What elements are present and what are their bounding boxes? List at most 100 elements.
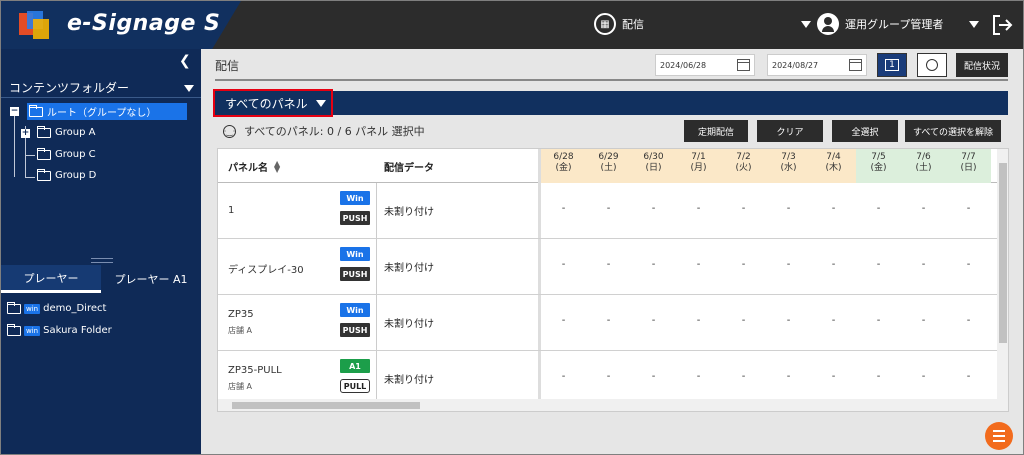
schedule-cell[interactable]: -: [811, 371, 856, 382]
table-row[interactable]: ZP35 店舗 A Win PUSH 未割り付け - - - - - - - - - -: [218, 295, 998, 351]
schedule-cell[interactable]: -: [631, 371, 676, 382]
table-row[interactable]: ディスプレイ-30 Win PUSH 未割り付け - - - - - - - - - -: [218, 239, 998, 295]
scheduled-distribution-button[interactable]: 定期配信: [684, 120, 748, 142]
tab-player-a1[interactable]: プレーヤー A1: [101, 265, 201, 293]
schedule-cell[interactable]: -: [631, 315, 676, 326]
tree-item-label: Group D: [55, 170, 97, 181]
schedule-cell[interactable]: -: [901, 371, 946, 382]
schedule-cell[interactable]: -: [586, 371, 631, 382]
schedule-cell[interactable]: -: [586, 259, 631, 270]
day-header-dow: (土): [915, 163, 932, 173]
sort-icon[interactable]: ▲ ▼: [274, 159, 280, 173]
logout-icon[interactable]: [991, 13, 1013, 37]
date-to-field[interactable]: 2024/08/27: [767, 54, 867, 76]
collapse-tree-icon[interactable]: −: [10, 107, 19, 116]
collapse-sidebar-icon[interactable]: ❮: [179, 53, 191, 69]
schedule-cell[interactable]: -: [856, 315, 901, 326]
app-title: e-Signage S: [67, 11, 221, 36]
calendar-icon[interactable]: [849, 59, 862, 71]
schedule-cell[interactable]: -: [676, 259, 721, 270]
schedule-cell[interactable]: -: [766, 203, 811, 214]
chevron-down-icon[interactable]: [184, 85, 194, 92]
schedule-cell[interactable]: -: [721, 315, 766, 326]
day-header-date: 6/29: [598, 152, 619, 162]
column-header-panel-name[interactable]: パネル名 ▲ ▼: [228, 159, 280, 174]
calendar-icon[interactable]: [737, 59, 750, 71]
schedule-cell[interactable]: -: [721, 203, 766, 214]
date-from-field[interactable]: 2024/06/28: [655, 54, 755, 76]
schedule-cell[interactable]: -: [946, 259, 991, 270]
schedule-cell[interactable]: -: [676, 203, 721, 214]
timeline-view-button[interactable]: [917, 53, 947, 77]
top-bar: e-Signage S ▦ 配信 運用グループ管理者: [1, 1, 1023, 49]
distribution-nav[interactable]: ▦ 配信: [594, 13, 644, 35]
schedule-cell[interactable]: -: [856, 203, 901, 214]
schedule-cell[interactable]: -: [946, 371, 991, 382]
schedule-cell[interactable]: -: [631, 259, 676, 270]
tree-item-group-d[interactable]: Group D: [37, 168, 97, 181]
schedule-cell[interactable]: -: [721, 259, 766, 270]
schedule-cell[interactable]: -: [541, 259, 586, 270]
player-item-demo-direct[interactable]: win demo_Direct: [7, 301, 106, 314]
distribution-mode-badge: PUSH: [340, 211, 370, 225]
schedule-cell[interactable]: -: [631, 203, 676, 214]
schedule-cell[interactable]: -: [676, 371, 721, 382]
win-badge: win: [24, 303, 41, 314]
tree-item-group-a[interactable]: Group A: [37, 125, 95, 138]
schedule-cell[interactable]: -: [541, 315, 586, 326]
chevron-down-icon: [801, 20, 811, 28]
day-header: 6/30 (日): [631, 149, 676, 183]
panel-select-dropdown[interactable]: すべてのパネル: [213, 89, 333, 117]
table-row[interactable]: 1 Win PUSH 未割り付け - - - - - - - - - -: [218, 183, 998, 239]
schedule-cell[interactable]: -: [766, 315, 811, 326]
schedule-cell[interactable]: -: [541, 371, 586, 382]
schedule-cell[interactable]: -: [676, 315, 721, 326]
schedule-cell[interactable]: -: [946, 315, 991, 326]
schedule-cell[interactable]: -: [811, 203, 856, 214]
schedule-cell[interactable]: -: [586, 203, 631, 214]
schedule-cell[interactable]: -: [811, 259, 856, 270]
schedule-cell[interactable]: -: [766, 259, 811, 270]
schedule-cell[interactable]: -: [721, 371, 766, 382]
day-header-date: 7/3: [781, 152, 796, 162]
scrollbar-thumb[interactable]: [232, 402, 420, 409]
schedule-cell[interactable]: -: [901, 315, 946, 326]
splitter-handle[interactable]: [91, 258, 113, 263]
distribution-data-value: 未割り付け: [384, 207, 434, 218]
tree-item-root[interactable]: ルート（グループなし）: [27, 103, 187, 120]
schedule-cell[interactable]: -: [856, 371, 901, 382]
schedule-cell[interactable]: -: [946, 203, 991, 214]
horizontal-scrollbar[interactable]: [218, 399, 1008, 411]
vertical-scrollbar[interactable]: [997, 149, 1008, 399]
user-menu[interactable]: 運用グループ管理者: [801, 13, 980, 35]
day-header-date: 6/30: [643, 152, 664, 162]
page-title: 配信: [215, 59, 240, 73]
schedule-cell[interactable]: -: [586, 315, 631, 326]
day-header-dow: (月): [690, 163, 707, 173]
schedule-cell[interactable]: -: [811, 315, 856, 326]
player-item-sakura-folder[interactable]: win Sakura Folder: [7, 323, 112, 336]
tab-player[interactable]: プレーヤー: [1, 265, 101, 293]
schedule-cell[interactable]: -: [856, 259, 901, 270]
tree-item-group-c[interactable]: Group C: [37, 147, 96, 160]
win-badge: win: [24, 325, 41, 336]
scrollbar-thumb[interactable]: [999, 163, 1007, 343]
schedule-cell[interactable]: -: [766, 371, 811, 382]
menu-fab-button[interactable]: [985, 422, 1013, 450]
calendar-view-button[interactable]: 1: [877, 53, 907, 77]
distribution-status-button[interactable]: 配信状況: [956, 53, 1008, 77]
logo-icon: [19, 11, 49, 39]
menu-icon: [993, 440, 1005, 442]
schedule-cell[interactable]: -: [541, 203, 586, 214]
distribution-data-value: 未割り付け: [384, 375, 434, 386]
day-header-dow: (金): [870, 163, 887, 173]
chevron-down-icon[interactable]: [969, 20, 980, 28]
day-header-date: 7/5: [871, 152, 886, 162]
day-header: 7/5 (金): [856, 149, 901, 183]
schedule-cell[interactable]: -: [901, 203, 946, 214]
schedule-cell[interactable]: -: [901, 259, 946, 270]
deselect-all-button[interactable]: すべての選択を解除: [905, 120, 1001, 142]
select-all-button[interactable]: 全選択: [832, 120, 898, 142]
expand-tree-icon[interactable]: +: [21, 129, 30, 138]
clear-button[interactable]: クリア: [757, 120, 823, 142]
